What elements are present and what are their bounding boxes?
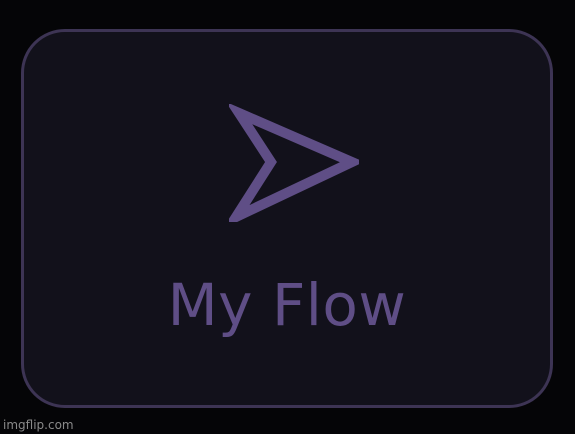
my-flow-tile[interactable]: My Flow — [21, 29, 553, 408]
flow-name: My Flow — [167, 271, 407, 339]
screen: My Flow imgflip.com — [0, 0, 575, 434]
imgflip-watermark: imgflip.com — [3, 418, 74, 432]
send-arrow-icon — [229, 104, 359, 222]
